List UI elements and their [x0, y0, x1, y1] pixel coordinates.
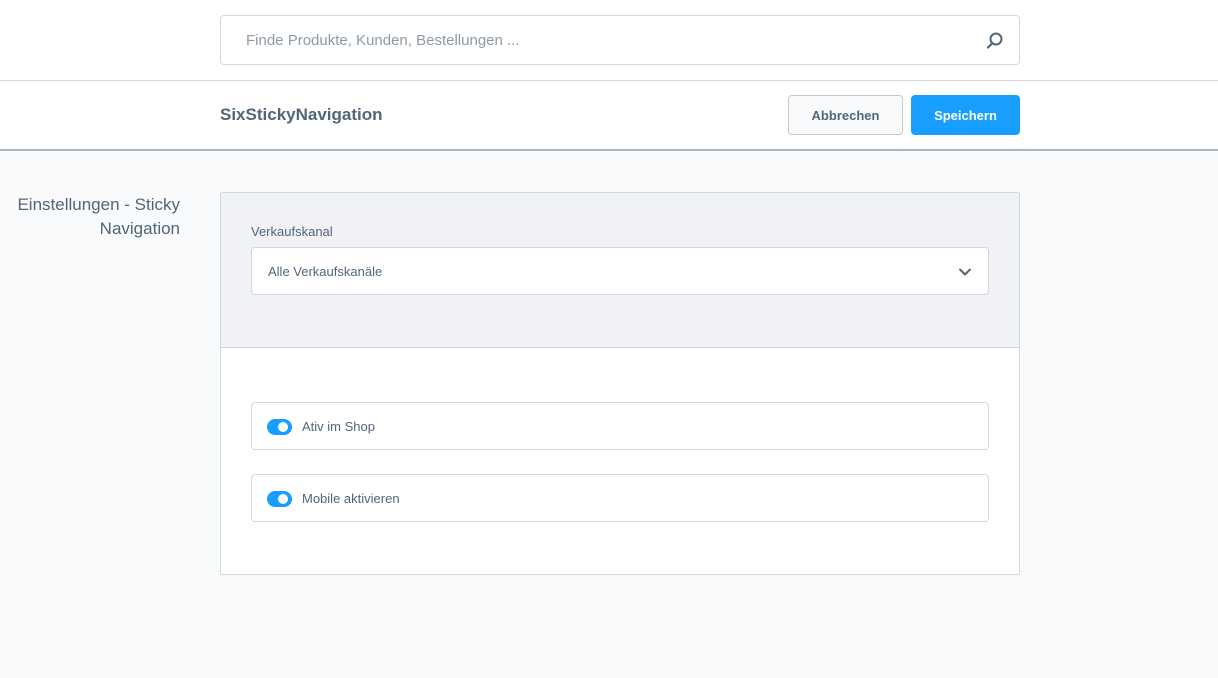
sales-channel-selected-value: Alle Verkaufskanäle: [268, 264, 383, 279]
sales-channel-header: Verkaufskanal Alle Verkaufskanäle: [221, 193, 1019, 348]
sales-channel-label: Verkaufskanal: [251, 224, 333, 239]
active-in-shop-label: Ativ im Shop: [302, 419, 375, 434]
toggle-knob: [278, 422, 288, 432]
save-button[interactable]: Speichern: [911, 95, 1020, 135]
search-input[interactable]: [222, 17, 972, 63]
search-bar-area: [0, 0, 1218, 81]
section-label: Einstellungen - Sticky Navigation: [17, 195, 180, 238]
mobile-activate-toggle[interactable]: [267, 491, 292, 507]
settings-card: Verkaufskanal Alle Verkaufskanäle Ativ i…: [220, 192, 1020, 575]
cancel-button[interactable]: Abbrechen: [788, 95, 903, 135]
switch-field-active-in-shop: Ativ im Shop: [251, 402, 989, 450]
sales-channel-select[interactable]: Alle Verkaufskanäle: [251, 247, 989, 295]
page-title: SixStickyNavigation: [220, 105, 383, 124]
search-icon[interactable]: [985, 31, 1005, 51]
switch-field-mobile-activate: Mobile aktivieren: [251, 474, 989, 522]
search-box[interactable]: [220, 15, 1020, 65]
smart-bar: SixStickyNavigation Abbrechen Speichern: [0, 81, 1218, 151]
mobile-activate-label: Mobile aktivieren: [302, 491, 400, 506]
chevron-down-icon: [958, 265, 972, 279]
active-in-shop-toggle[interactable]: [267, 419, 292, 435]
toggle-knob: [278, 494, 288, 504]
